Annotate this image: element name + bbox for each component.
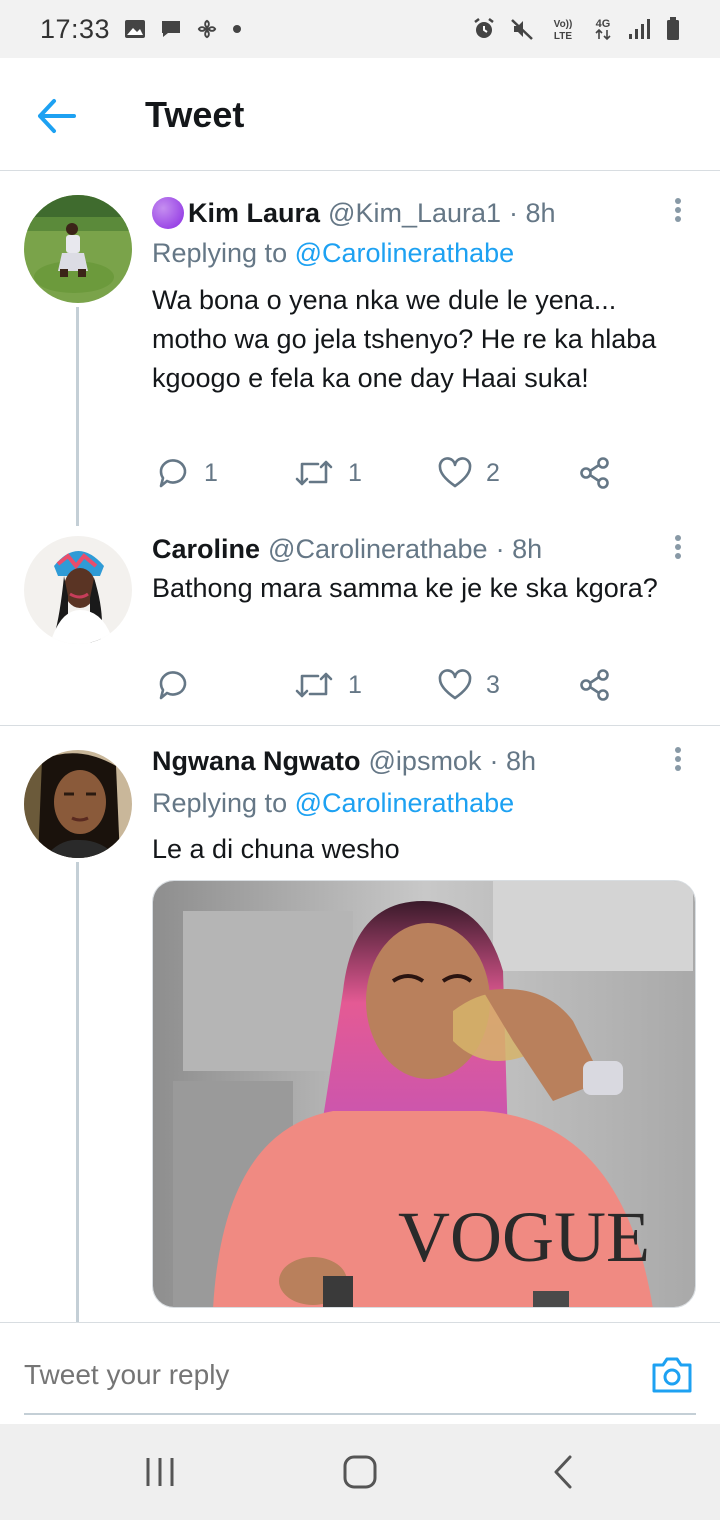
handle[interactable]: @Kim_Laura1 — [328, 198, 501, 229]
retweet-button[interactable]: 1 — [294, 665, 362, 705]
camera-icon — [652, 1357, 692, 1393]
retweet-button[interactable]: 1 — [294, 453, 362, 493]
tweet-caroline[interactable]: Caroline @Carolinerathabe · 8h Bathong m… — [0, 526, 720, 726]
thread-line — [76, 862, 79, 1322]
tweet-kim-laura[interactable]: Kim Laura @Kim_Laura1 · 8h Replying to @… — [0, 171, 720, 526]
retweet-icon — [295, 460, 333, 486]
volte-icon: Vo))LTE — [554, 19, 573, 42]
replying-prefix: Replying to — [152, 238, 295, 268]
home-icon — [343, 1455, 377, 1489]
tweet-text: Le a di chuna wesho — [152, 834, 400, 864]
reply-button[interactable]: 1 — [156, 453, 218, 493]
tweet-text: Wa bona o yena nka we dule le yena... mo… — [152, 285, 657, 393]
heart-icon — [438, 457, 472, 488]
like-button[interactable]: 3 — [438, 665, 500, 705]
reply-input[interactable] — [24, 1353, 624, 1397]
retweet-count: 1 — [348, 670, 362, 699]
like-count: 3 — [486, 670, 500, 699]
avatar[interactable] — [24, 195, 132, 303]
tweet-header: Caroline @Carolinerathabe · 8h — [152, 534, 542, 565]
fan-icon — [197, 19, 217, 39]
system-back-button[interactable] — [544, 1454, 584, 1490]
back-chevron-icon — [554, 1455, 572, 1489]
status-right: Vo)) LTE 4G — [472, 16, 680, 42]
heart-icon — [438, 669, 472, 700]
retweet-icon — [295, 672, 333, 698]
status-bar: 17:33 Vo)) LTE 4G — [0, 0, 720, 58]
image-icon — [125, 20, 146, 38]
replying-to-link[interactable]: @Carolinerathabe — [295, 238, 515, 268]
replying-prefix: Replying to — [152, 788, 295, 818]
mute-icon — [511, 19, 533, 40]
back-arrow-icon — [38, 99, 76, 133]
replying-to: Replying to @Carolinerathabe — [152, 788, 514, 819]
purple-circle-emoji — [152, 197, 184, 229]
tweet-actions: 1 3 — [152, 665, 632, 705]
reply-bar — [0, 1322, 720, 1422]
more-options-button[interactable] — [666, 744, 690, 784]
page-title: Tweet — [145, 94, 245, 135]
tweet-media-image[interactable]: VOGUE — [152, 880, 696, 1308]
reply-icon — [159, 459, 187, 488]
timestamp: · 8h — [495, 534, 543, 564]
media-photo: VOGUE — [153, 881, 695, 1307]
tweet-text: Bathong mara samma ke je ke ska kgora? — [152, 573, 658, 603]
battery-icon — [667, 17, 679, 40]
avatar-image — [24, 536, 132, 644]
more-options-button[interactable] — [666, 532, 690, 572]
reply-button[interactable] — [156, 665, 204, 705]
svg-text:Vo)): Vo)) — [554, 19, 573, 30]
vogue-text: VOGUE — [398, 1197, 650, 1277]
reply-count: 1 — [204, 458, 218, 487]
app-bar: Tweet — [0, 58, 720, 171]
tweet-header: Kim Laura @Kim_Laura1 · 8h — [152, 197, 556, 229]
share-button[interactable] — [578, 665, 612, 705]
svg-text:4G: 4G — [596, 18, 611, 30]
thread-line — [76, 307, 79, 526]
timestamp: · 8h — [489, 746, 536, 776]
more-options-button[interactable] — [666, 195, 690, 235]
home-button[interactable] — [340, 1454, 380, 1490]
avatar[interactable] — [24, 750, 132, 858]
display-name[interactable]: Kim Laura — [188, 198, 320, 229]
like-button[interactable]: 2 — [438, 453, 500, 493]
svg-text:LTE: LTE — [554, 31, 572, 42]
signal-icon — [629, 19, 650, 39]
tweet-actions: 1 1 2 — [152, 453, 632, 493]
replying-to-link[interactable]: @Carolinerathabe — [295, 788, 515, 818]
back-button[interactable] — [34, 96, 78, 136]
alarm-icon — [474, 18, 494, 38]
handle[interactable]: @ipsmok — [369, 746, 482, 777]
like-count: 2 — [486, 458, 500, 487]
recent-apps-icon — [146, 1458, 174, 1486]
status-time: 17:33 — [40, 13, 111, 44]
avatar-image — [24, 750, 132, 858]
share-button[interactable] — [578, 453, 612, 493]
message-icon — [162, 21, 181, 37]
dot-icon — [233, 25, 242, 33]
share-icon — [580, 669, 609, 701]
share-icon — [580, 457, 609, 489]
tweet-header: Ngwana Ngwato @ipsmok · 8h — [152, 746, 536, 777]
replying-to: Replying to @Carolinerathabe — [152, 238, 514, 269]
timestamp: · 8h — [509, 197, 556, 228]
avatar-image — [24, 195, 132, 303]
reply-icon — [159, 671, 187, 700]
recent-apps-button[interactable] — [140, 1454, 180, 1490]
display-name[interactable]: Ngwana Ngwato — [152, 746, 361, 777]
4g-icon: 4G — [595, 18, 611, 41]
retweet-count: 1 — [348, 458, 362, 487]
camera-button[interactable] — [650, 1355, 694, 1395]
system-nav-bar — [0, 1424, 720, 1520]
reply-underline — [24, 1413, 696, 1415]
handle[interactable]: @Carolinerathabe — [268, 534, 488, 565]
avatar[interactable] — [24, 536, 132, 644]
display-name[interactable]: Caroline — [152, 534, 260, 565]
status-left: 17:33 — [40, 14, 242, 45]
